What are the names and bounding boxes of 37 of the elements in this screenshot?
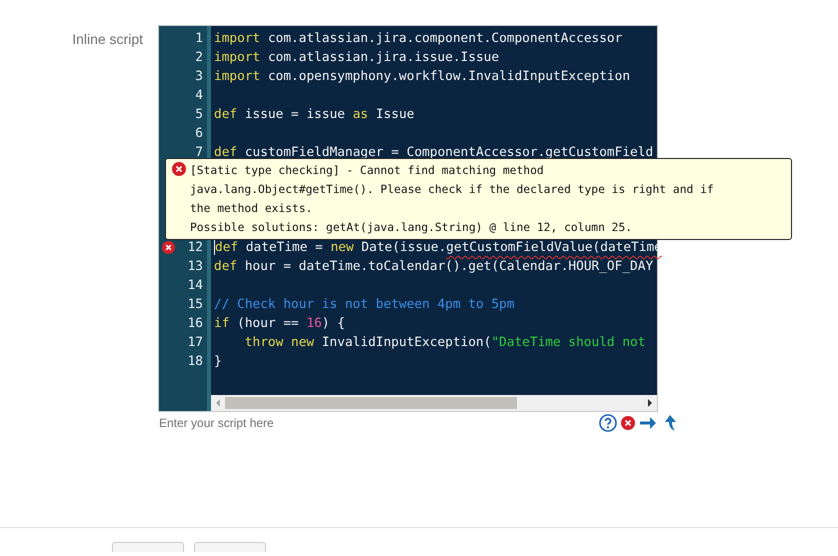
line-number: 14 [188,278,204,293]
code-line[interactable]: def customFieldManager = ComponentAccessor.getCustomField [211,145,657,160]
field-label: Inline script [72,30,143,47]
line-number: 18 [188,354,204,369]
line-number: 6 [195,126,204,141]
code-line[interactable]: import com.atlassian.jira.component.ComponentAccessor [211,31,657,46]
line-number: 17 [188,335,204,350]
scroll-right-icon[interactable] [647,399,653,407]
field-hint: Enter your script here [159,416,274,430]
error-message: the method exists. [190,201,314,217]
code-line[interactable]: throw new InvalidInputException("DateTime should not [211,335,657,350]
error-icon[interactable] [621,416,635,430]
code-line[interactable]: } [211,354,657,369]
line-number: 2 [195,50,204,65]
line-number: 7 [195,145,204,160]
code-line[interactable]: def issue = issue as Issue [211,107,657,122]
right-arrow-icon[interactable] [639,414,657,432]
error-message: java.lang.Object#getTime(). Please check if the declared type is right and if [190,182,715,198]
error-message: [Static type checking] - Cannot find matching method [190,163,545,179]
line-number: 1 [195,31,204,46]
code-line[interactable]: // Check hour is not between 4pm to 5pm [211,297,657,312]
line-number: 3 [195,69,204,84]
scrollbar-thumb[interactable] [225,397,517,409]
error-icon [172,162,186,176]
line-number: 13 [188,259,204,274]
code-line[interactable]: if (hour == 16) { [211,316,657,331]
help-icon[interactable] [599,414,617,432]
line-number: 12 [188,240,204,255]
line-number: 4 [195,88,204,103]
code-line[interactable]: import com.opensymphony.workflow.InvalidInputException [211,69,657,84]
line-number: 5 [195,107,204,122]
code-line[interactable]: def hour = dateTime.toCalendar().get(Calendar.HOUR_OF_DAY [211,259,657,274]
line-number: 15 [188,297,204,312]
horizontal-scrollbar[interactable] [211,395,657,411]
code-line[interactable]: import com.atlassian.jira.issue.Issue [211,50,657,65]
error-message: Possible solutions: getAt(java.lang.String) @ line 12, column 25. [190,220,634,236]
line-number: 16 [188,316,204,331]
